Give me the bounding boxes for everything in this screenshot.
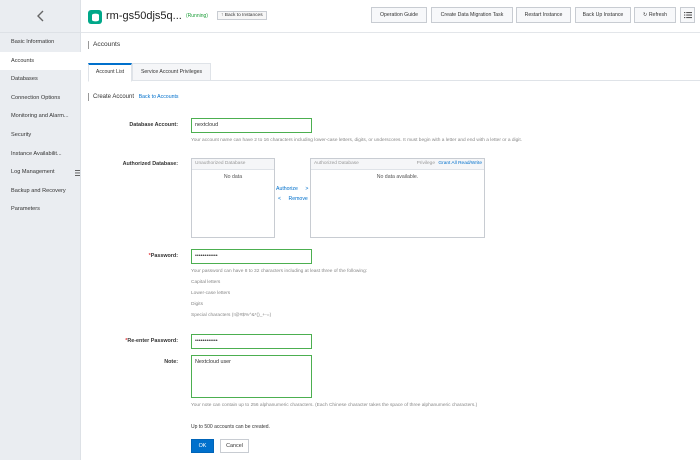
- reenter-password-label: *Re-enter Password:: [125, 338, 178, 344]
- remove-arrow-icon: <: [278, 196, 282, 202]
- remove-label: Remove: [288, 196, 308, 202]
- create-account-heading: Create Account: [93, 94, 135, 100]
- database-account-label: Database Account:: [129, 122, 178, 128]
- authorized-database-list[interactable]: Authorized Database Privilege Grant All …: [310, 158, 485, 238]
- authorize-label: Authorize: [276, 186, 298, 192]
- list-menu-icon: [683, 12, 692, 19]
- privilege-header: Privilege Grant All Read/Write: [417, 159, 482, 169]
- account-limit-text: Up to 500 accounts can be created.: [191, 424, 270, 430]
- instance-title: rm-gs50djs5q...: [106, 10, 182, 22]
- page-title: Accounts: [88, 41, 120, 49]
- reenter-password-input[interactable]: ••••••••••••: [191, 334, 312, 349]
- sidebar-item-backup-recovery[interactable]: Backup and Recovery: [0, 182, 80, 201]
- refresh-icon: ↻: [643, 12, 648, 18]
- back-to-instances-label: Back to Instances: [224, 13, 263, 18]
- note-help: Your note can contain up to 256 alphanum…: [191, 403, 478, 408]
- tab-service-account-privileges[interactable]: Service Account Privileges: [132, 63, 211, 81]
- ok-button[interactable]: OK: [191, 439, 214, 453]
- sidebar-item-basic-information[interactable]: Basic Information: [0, 33, 80, 52]
- password-help-line: Digits: [191, 302, 203, 307]
- back-button[interactable]: [0, 0, 80, 33]
- back-to-accounts-link[interactable]: Back to Accounts: [139, 94, 179, 100]
- back-to-instances-button[interactable]: ↑ Back to Instances: [217, 11, 267, 20]
- password-help-line: Your password can have 8 to 32 character…: [191, 269, 368, 274]
- note-label: Note:: [164, 359, 178, 365]
- status-badge: (Running): [186, 13, 208, 19]
- unauthorized-empty-text: No data: [223, 174, 243, 180]
- password-help-line: Special characters (!@#$%^&*()_+-=): [191, 313, 272, 318]
- refresh-label: Refresh: [648, 12, 667, 18]
- sidebar-item-security[interactable]: Security: [0, 126, 80, 145]
- sidebar-item-databases[interactable]: Databases: [0, 70, 80, 89]
- sidebar-item-connection-options[interactable]: Connection Options: [0, 89, 80, 108]
- authorized-database-header: Authorized Database Privilege Grant All …: [311, 159, 484, 170]
- operation-guide-button[interactable]: Operation Guide: [371, 7, 427, 23]
- sidebar: Basic Information Accounts Databases Con…: [0, 0, 81, 460]
- section-title: Create Account Back to Accounts: [88, 93, 179, 101]
- menu-button[interactable]: [680, 7, 695, 23]
- sidebar-item-parameters[interactable]: Parameters: [0, 200, 80, 219]
- password-help-line: Capital letters: [191, 280, 221, 285]
- cancel-button[interactable]: Cancel: [220, 439, 249, 453]
- create-data-migration-task-button[interactable]: Create Data Migration Task: [431, 7, 513, 23]
- password-help-line: Lower-case letters: [191, 291, 231, 296]
- authorize-arrow-icon: >: [305, 186, 309, 192]
- unauthorized-database-list[interactable]: Unauthorized Database No data: [191, 158, 275, 238]
- database-account-input[interactable]: nextcloud: [191, 118, 312, 133]
- backup-instance-button[interactable]: Back Up Instance: [575, 7, 631, 23]
- chevron-left-icon: [36, 10, 43, 22]
- refresh-button[interactable]: ↻ Refresh: [634, 7, 676, 23]
- instance-icon: [88, 10, 102, 24]
- password-input[interactable]: ••••••••••••: [191, 249, 312, 264]
- reenter-password-label-text: Re-enter Password:: [127, 338, 178, 344]
- authorized-database-label: Authorized Database:: [122, 161, 178, 167]
- authorized-empty-text: No data available.: [376, 174, 419, 180]
- authorize-button[interactable]: Authorize >: [276, 186, 308, 192]
- unauthorized-database-header: Unauthorized Database: [192, 159, 274, 170]
- sidebar-item-log-management[interactable]: Log Management: [0, 163, 80, 182]
- instance-header: rm-gs50djs5q... (Running) ↑ Back to Inst…: [81, 0, 700, 33]
- back-arrow-icon: ↑: [221, 13, 224, 18]
- note-textarea[interactable]: Nextcloud user: [191, 355, 312, 398]
- sidebar-item-monitoring[interactable]: Monitoring and Alarm...: [0, 107, 80, 126]
- privilege-label: Privilege: [416, 161, 436, 166]
- password-label: *Password:: [149, 253, 178, 259]
- sidebar-item-accounts[interactable]: Accounts: [0, 51, 81, 71]
- database-account-help: Your account name can have 2 to 16 chara…: [191, 138, 522, 143]
- sidebar-collapse-icon[interactable]: [75, 169, 81, 177]
- tab-bar: Account List Service Account Privileges: [88, 63, 700, 82]
- remove-button[interactable]: < Remove: [278, 196, 308, 202]
- restart-instance-button[interactable]: Restart Instance: [516, 7, 571, 23]
- password-label-text: Password:: [150, 253, 178, 259]
- tab-account-list[interactable]: Account List: [88, 63, 132, 82]
- authorized-database-header-label: Authorized Database: [314, 161, 359, 166]
- grant-all-read-write-link[interactable]: Grant All Read/Write: [438, 161, 482, 166]
- sidebar-item-instance-availability[interactable]: Instance Availabilit...: [0, 145, 80, 164]
